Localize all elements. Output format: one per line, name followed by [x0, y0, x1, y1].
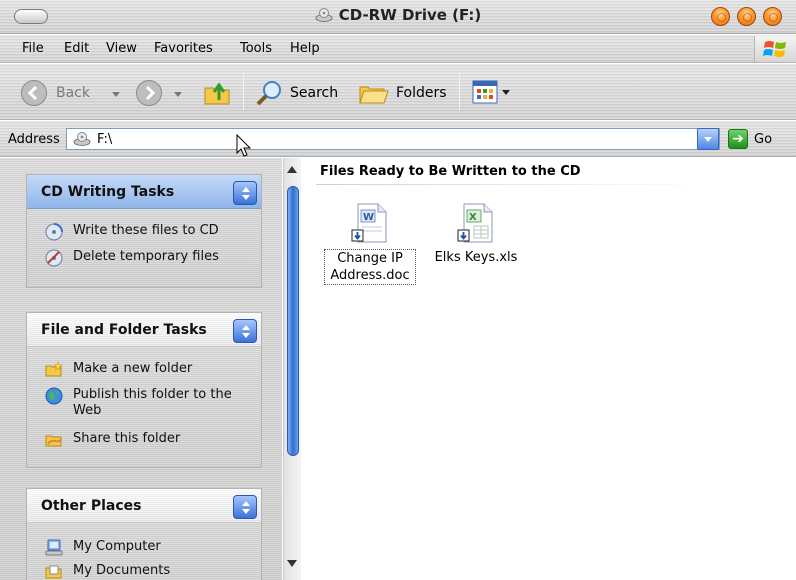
- forward-dropdown[interactable]: [174, 92, 182, 97]
- file-folder-tasks-title: File and Folder Tasks: [41, 322, 207, 338]
- menu-tools[interactable]: Tools: [240, 41, 272, 56]
- place-label: My Documents: [73, 563, 171, 578]
- task-pane: CD Writing Tasks Write these files to CD…: [0, 158, 282, 580]
- task-share-folder[interactable]: Share this folder: [45, 431, 180, 449]
- maximize-button[interactable]: [737, 7, 756, 26]
- menu-edit[interactable]: Edit: [64, 41, 89, 56]
- task-pane-scrollbar[interactable]: [283, 158, 301, 580]
- task-publish-folder-to-web[interactable]: Publish this folder to the Web: [45, 387, 235, 419]
- address-bar: Address F:\ ➔ Go: [0, 121, 796, 157]
- menu-favorites[interactable]: Favorites: [154, 41, 213, 56]
- scrollbar-thumb[interactable]: [287, 186, 299, 456]
- cd-writing-tasks-box: CD Writing Tasks Write these files to CD…: [26, 174, 262, 288]
- task-make-new-folder[interactable]: Make a new folder: [45, 361, 192, 379]
- task-label: Write these files to CD: [73, 223, 219, 238]
- cd-drive-icon: [315, 8, 333, 22]
- back-button[interactable]: Back: [20, 79, 90, 107]
- share-folder-icon: [45, 435, 62, 447]
- cd-writing-tasks-header[interactable]: CD Writing Tasks: [27, 175, 261, 209]
- word-document-icon: W: [351, 203, 387, 243]
- cd-writing-tasks-title: CD Writing Tasks: [41, 184, 175, 200]
- cd-delete-icon: [45, 249, 63, 267]
- minimize-button[interactable]: [711, 7, 730, 26]
- file-name: Elks Keys.xls: [434, 250, 518, 265]
- up-folder-button[interactable]: [202, 78, 232, 108]
- group-header: Files Ready to Be Written to the CD: [320, 164, 581, 179]
- collapse-button[interactable]: [233, 181, 257, 205]
- mouse-cursor-icon: [236, 134, 252, 157]
- up-folder-icon: [204, 82, 230, 105]
- window-title-text: CD-RW Drive (F:): [338, 6, 482, 24]
- menu-bar: File Edit View Favorites Tools Help: [0, 35, 796, 63]
- collapse-button[interactable]: [233, 495, 257, 519]
- address-label: Address: [8, 132, 60, 147]
- excel-document-icon: X: [457, 203, 493, 243]
- back-label: Back: [56, 85, 90, 101]
- folders-icon: [359, 86, 389, 104]
- go-arrow-icon: ➔: [728, 129, 748, 149]
- menu-view[interactable]: View: [106, 41, 137, 56]
- chevron-down-icon: [502, 89, 510, 95]
- folders-button[interactable]: Folders: [358, 79, 447, 107]
- other-places-header[interactable]: Other Places: [27, 489, 261, 523]
- place-label: My Computer: [73, 539, 161, 554]
- file-name: Change IP Address.doc: [324, 249, 416, 285]
- address-value: F:\: [97, 132, 113, 147]
- task-label: Share this folder: [73, 431, 181, 446]
- toolbar: Back Search Folders: [0, 64, 796, 120]
- file-item[interactable]: X Elks Keys.xls: [430, 202, 522, 266]
- windows-flag-icon: [763, 41, 786, 57]
- task-label: Make a new folder: [73, 361, 193, 376]
- other-places-box: Other Places My Computer My Documents: [26, 488, 262, 580]
- new-folder-icon: [45, 361, 63, 377]
- task-label: Delete temporary files: [73, 249, 219, 264]
- go-button[interactable]: ➔ Go: [728, 129, 772, 149]
- address-dropdown-button[interactable]: [697, 128, 719, 150]
- my-documents-icon: [45, 565, 62, 579]
- cd-drive-icon: [73, 132, 91, 146]
- svg-text:W: W: [363, 212, 374, 223]
- menu-file[interactable]: File: [22, 41, 44, 56]
- task-delete-temporary-files[interactable]: Delete temporary files: [45, 249, 219, 267]
- address-input[interactable]: F:\: [66, 128, 720, 150]
- search-button[interactable]: Search: [254, 79, 338, 107]
- other-places-title: Other Places: [41, 498, 142, 514]
- svg-text:X: X: [469, 212, 477, 223]
- collapse-button[interactable]: [233, 319, 257, 343]
- publish-web-icon: [45, 387, 63, 405]
- folders-label: Folders: [396, 85, 447, 101]
- cd-write-icon: [45, 223, 63, 241]
- window-title: CD-RW Drive (F:): [0, 6, 796, 24]
- back-dropdown[interactable]: [112, 92, 120, 97]
- file-item[interactable]: W Change IP Address.doc: [324, 202, 416, 285]
- my-computer-icon: [45, 539, 63, 556]
- back-arrow-icon: [21, 80, 47, 106]
- group-divider: [316, 184, 716, 185]
- place-my-documents[interactable]: My Documents: [45, 563, 170, 580]
- forward-arrow-icon: [136, 80, 162, 106]
- close-button[interactable]: [763, 7, 782, 26]
- scroll-down-arrow-icon[interactable]: [287, 560, 297, 567]
- go-label: Go: [754, 131, 773, 147]
- title-bar[interactable]: CD-RW Drive (F:): [0, 0, 796, 34]
- file-folder-tasks-header[interactable]: File and Folder Tasks: [27, 313, 261, 347]
- task-label: Publish this folder to the Web: [73, 387, 232, 418]
- file-list-pane[interactable]: Files Ready to Be Written to the CD W Ch…: [302, 158, 796, 580]
- forward-button[interactable]: [135, 79, 163, 107]
- search-label: Search: [290, 85, 339, 101]
- search-icon: [256, 81, 281, 106]
- chevron-down-icon: [112, 92, 120, 97]
- file-folder-tasks-box: File and Folder Tasks Make a new folder …: [26, 312, 262, 468]
- windows-logo: [754, 36, 796, 62]
- scroll-up-arrow-icon[interactable]: [287, 166, 297, 173]
- menu-help[interactable]: Help: [290, 41, 320, 56]
- task-write-files-to-cd[interactable]: Write these files to CD: [45, 223, 219, 241]
- place-my-computer[interactable]: My Computer: [45, 539, 161, 557]
- chevron-down-icon: [174, 92, 182, 97]
- views-button[interactable]: [472, 80, 510, 104]
- views-icon: [472, 80, 498, 104]
